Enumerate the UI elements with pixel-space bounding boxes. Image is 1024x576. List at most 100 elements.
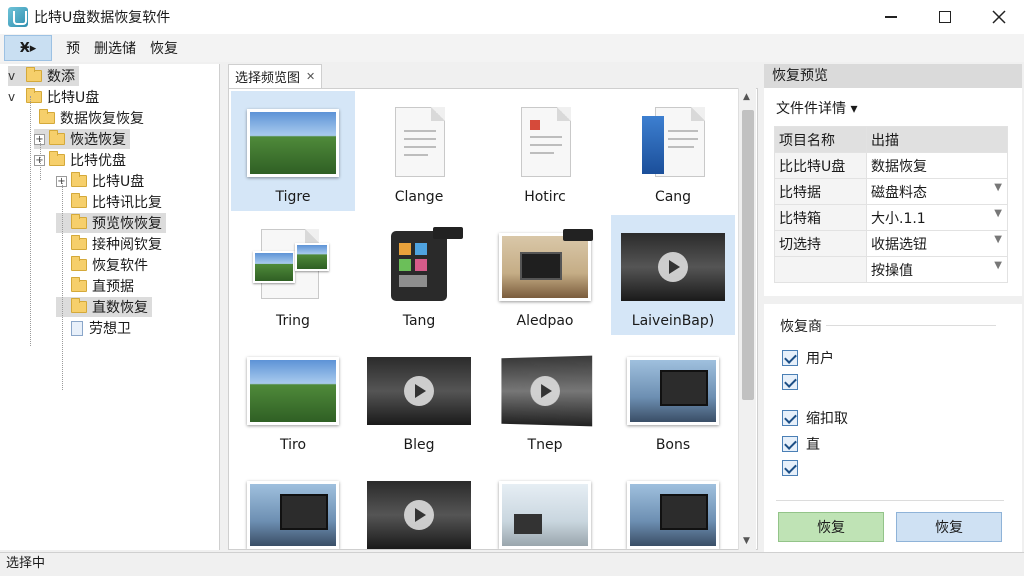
office-photo-thumbnail-icon xyxy=(499,481,591,549)
tree-item[interactable]: 接种阅钦复 xyxy=(56,234,162,254)
property-value-cell[interactable]: 磁盘料态 ▼ xyxy=(866,178,1008,205)
checkbox[interactable] xyxy=(782,460,798,476)
property-row: 切选持 收据选钮 ▼ xyxy=(774,230,1008,257)
tree-item[interactable]: 直预据 xyxy=(56,276,134,296)
file-thumbnail-tile[interactable] xyxy=(357,463,481,549)
tab-preview-grid[interactable]: 选择频览图 ✕ xyxy=(228,64,323,88)
tree-item[interactable]: + 比特优盘 xyxy=(34,150,126,170)
expand-caret-icon[interactable]: v xyxy=(8,90,20,104)
file-thumbnail-tile[interactable]: Tnep xyxy=(483,339,607,459)
file-details-dropdown[interactable]: 文件件详情 ▾ xyxy=(776,98,857,118)
property-value-cell: 出描 xyxy=(866,126,1008,153)
option-checkbox-row[interactable]: 用户 xyxy=(782,348,834,368)
file-thumbnail-tile[interactable] xyxy=(231,463,355,549)
option-checkbox-row[interactable]: 直 xyxy=(782,434,820,454)
menu-item-tools[interactable]: Ӿ▸ xyxy=(4,35,52,61)
tree-item[interactable]: 数据恢复恢复 xyxy=(24,108,144,128)
checkbox[interactable] xyxy=(782,374,798,390)
scroll-down-icon[interactable]: ▼ xyxy=(743,536,750,546)
checkbox-label: 缩扣取 xyxy=(806,411,848,427)
desk-photo-thumbnail-icon xyxy=(499,233,591,301)
monitor-photo-thumbnail-icon xyxy=(627,481,719,549)
file-name-label: Tnep xyxy=(527,437,563,453)
option-checkbox-row[interactable] xyxy=(782,460,806,476)
property-row: 按操值 ▼ xyxy=(774,256,1008,283)
tree-item-label: 比特U盘 xyxy=(47,90,100,106)
tree-item[interactable]: 劳想卫 xyxy=(56,318,131,338)
checkbox[interactable] xyxy=(782,436,798,452)
video-thumbnail-icon xyxy=(501,355,593,427)
status-bar: 选择中 xyxy=(0,552,1024,576)
file-thumbnail-tile[interactable]: Bleg xyxy=(357,339,481,459)
recover-all-button[interactable]: 恢复 xyxy=(896,512,1002,542)
close-button[interactable] xyxy=(974,0,1024,34)
chevron-down-icon[interactable]: ▼ xyxy=(994,260,1002,271)
chevron-down-icon[interactable]: ▼ xyxy=(994,182,1002,193)
file-name-label: Cang xyxy=(654,189,692,205)
chevron-down-icon[interactable]: ▼ xyxy=(994,234,1002,245)
property-key xyxy=(774,256,867,283)
file-thumbnail-tile[interactable]: Tring xyxy=(231,215,355,335)
tree-item[interactable]: v 数添 xyxy=(8,66,79,86)
tree-item[interactable]: 直数恢复 xyxy=(56,297,152,317)
file-thumbnail-tile[interactable] xyxy=(611,463,735,549)
landscape-thumbnail-icon xyxy=(247,109,339,177)
video-thumbnail-icon xyxy=(367,357,471,425)
scroll-thumb[interactable] xyxy=(742,110,754,400)
chevron-down-icon[interactable]: ▼ xyxy=(994,208,1002,219)
app-logo-icon xyxy=(8,7,28,27)
tree-item[interactable]: + 比特U盘 xyxy=(56,171,144,191)
recover-button[interactable]: 恢复 xyxy=(778,512,884,542)
thumbnail-scrollbar[interactable]: ▲ ▼ xyxy=(738,88,756,550)
tab-close-icon[interactable]: ✕ xyxy=(306,70,315,83)
tree-item[interactable]: 比特讯比复 xyxy=(56,192,162,212)
file-thumbnail-tile[interactable]: LaiveinBap) xyxy=(611,215,735,335)
checkbox-label: 用户 xyxy=(806,351,834,367)
property-value-cell[interactable]: 按操值 ▼ xyxy=(866,256,1008,283)
file-name-label: Bleg xyxy=(403,437,435,453)
file-thumbnail-tile[interactable]: Tigre xyxy=(231,91,355,211)
file-thumbnail-tile[interactable]: Clange xyxy=(357,91,481,211)
file-thumbnail-tile[interactable]: Cang xyxy=(611,91,735,211)
checkbox[interactable] xyxy=(782,350,798,366)
minimize-button[interactable] xyxy=(866,0,916,34)
tree-item[interactable]: v 比特U盘 xyxy=(8,87,99,107)
preview-panel-header: 恢复预览 xyxy=(764,64,1022,88)
property-value-cell[interactable]: 收据选钮 ▼ xyxy=(866,230,1008,257)
folder-icon xyxy=(49,151,65,166)
minimize-icon xyxy=(885,16,897,18)
file-thumbnail-tile[interactable]: Hotirc xyxy=(483,91,607,211)
folder-icon xyxy=(71,256,87,271)
property-table: 项目名称 出描 比比特U盘 数据恢复 比特据 磁盘料态 ▼ 比特箱 大小.1.1 ▼ 切选持 收据选钮… xyxy=(774,126,1008,283)
file-thumbnail-tile[interactable]: Tiro xyxy=(231,339,355,459)
menu-item-recover[interactable]: 恢复 xyxy=(150,38,178,58)
tree-item-label: 数添 xyxy=(47,69,75,85)
tree-item-label: 预览恢恢复 xyxy=(92,216,162,232)
folder-icon xyxy=(26,88,42,103)
tree-item-label: 比特U盘 xyxy=(92,174,145,190)
option-checkbox-row[interactable] xyxy=(782,374,806,390)
menu-item-preview[interactable]: 预 xyxy=(66,38,80,58)
tree-item[interactable]: + 恢选恢复 xyxy=(34,129,130,149)
property-row: 项目名称 出描 xyxy=(774,126,1008,153)
folder-icon xyxy=(71,172,87,187)
tree-item[interactable]: 预览恢恢复 xyxy=(56,213,166,233)
folder-icon xyxy=(39,109,55,124)
document-icon xyxy=(395,107,445,177)
property-row: 比特据 磁盘料态 ▼ xyxy=(774,178,1008,205)
option-checkbox-row[interactable]: 缩扣取 xyxy=(782,408,848,428)
property-value-cell[interactable]: 大小.1.1 ▼ xyxy=(866,204,1008,231)
file-thumbnail-tile[interactable]: Bons xyxy=(611,339,735,459)
file-thumbnail-tile[interactable] xyxy=(483,463,607,549)
checkbox[interactable] xyxy=(782,410,798,426)
video-thumbnail-icon xyxy=(367,481,471,549)
expand-caret-icon[interactable]: v xyxy=(8,69,20,83)
file-name-label: Tring xyxy=(276,313,310,329)
tree-item[interactable]: 恢复软件 xyxy=(56,255,148,275)
file-thumbnail-tile[interactable]: Tang xyxy=(357,215,481,335)
file-thumbnail-tile[interactable]: Aledpao xyxy=(483,215,607,335)
property-key: 切选持 xyxy=(774,230,867,257)
scroll-up-icon[interactable]: ▲ xyxy=(743,92,750,102)
maximize-button[interactable] xyxy=(920,0,970,34)
menu-item-filter[interactable]: 删选储 xyxy=(94,38,136,58)
